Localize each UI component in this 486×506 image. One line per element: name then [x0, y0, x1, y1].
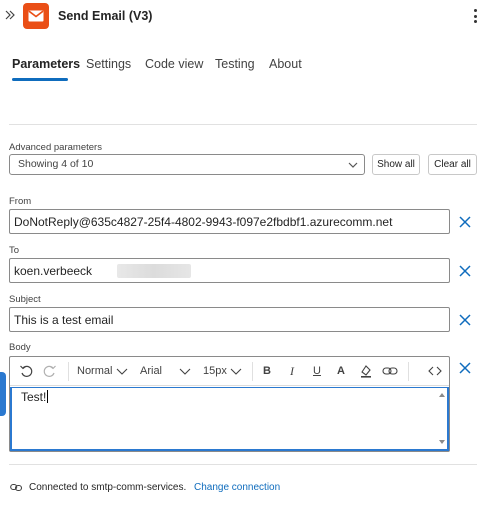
divider: [9, 124, 477, 125]
font-color-button[interactable]: A: [337, 364, 345, 378]
body-text-area[interactable]: Test!: [10, 387, 449, 451]
redo-icon[interactable]: [43, 364, 57, 378]
to-value: koen.verbeeck: [14, 264, 93, 278]
tab-parameters[interactable]: Parameters: [12, 57, 80, 71]
format-value: Normal: [77, 365, 113, 377]
format-dropdown[interactable]: Normal: [77, 364, 128, 378]
link-icon[interactable]: [382, 364, 398, 378]
tab-settings[interactable]: Settings: [86, 57, 131, 71]
from-value: DoNotReply@635c4827-25f4-4802-9943-f097e…: [14, 215, 393, 229]
remove-subject-icon[interactable]: [458, 313, 472, 327]
redacted-text: [117, 264, 191, 278]
tab-bar: Parameters Settings Code view Testing Ab…: [0, 56, 486, 84]
divider: [9, 464, 477, 465]
text-caret: [47, 390, 49, 403]
bold-button[interactable]: B: [263, 364, 271, 378]
tab-about[interactable]: About: [269, 57, 302, 71]
chevron-down-icon: [230, 368, 242, 375]
remove-body-icon[interactable]: [458, 361, 472, 375]
chevron-down-icon: [117, 368, 128, 375]
code-view-icon[interactable]: [428, 364, 442, 378]
email-envelope-icon: [28, 10, 44, 22]
connection-icon: [10, 483, 23, 492]
subject-field[interactable]: This is a test email: [9, 307, 450, 332]
underline-button[interactable]: U: [313, 364, 321, 378]
from-label: From: [9, 196, 32, 207]
connection-footer: Connected to smtp-comm-services. Change …: [0, 480, 486, 496]
body-label: Body: [9, 342, 31, 353]
side-panel-handle[interactable]: [0, 372, 6, 416]
active-tab-indicator: [12, 78, 68, 81]
advanced-parameters-dropdown[interactable]: Showing 4 of 10: [9, 154, 365, 175]
to-label: To: [9, 245, 20, 256]
toolbar-separator: [68, 362, 69, 381]
rich-text-toolbar: Normal Arial 15px B I U A: [10, 357, 449, 386]
clear-all-button[interactable]: Clear all: [428, 154, 477, 175]
scroll-down-arrow[interactable]: [439, 440, 445, 444]
subject-value: This is a test email: [14, 313, 114, 327]
font-value: Arial: [140, 365, 163, 377]
remove-to-icon[interactable]: [458, 264, 472, 278]
advanced-parameters-value: Showing 4 of 10: [18, 158, 94, 170]
show-all-button[interactable]: Show all: [372, 154, 420, 175]
double-chevron-right-icon[interactable]: [4, 8, 16, 22]
from-field[interactable]: DoNotReply@635c4827-25f4-4802-9943-f097e…: [9, 209, 450, 234]
remove-from-icon[interactable]: [458, 215, 472, 229]
highlight-icon[interactable]: [359, 364, 373, 378]
action-title: Send Email (V3): [58, 9, 153, 23]
body-value: Test!: [21, 390, 47, 404]
font-size-value: 15px: [203, 365, 227, 377]
toolbar-separator: [252, 362, 253, 381]
more-vertical-icon[interactable]: [470, 7, 480, 25]
tab-testing[interactable]: Testing: [215, 57, 255, 71]
toolbar-separator: [408, 362, 409, 381]
app-icon: [23, 3, 49, 29]
chevron-down-icon: [179, 368, 191, 375]
scroll-up-arrow[interactable]: [439, 393, 445, 397]
advanced-parameters-label: Advanced parameters: [9, 142, 102, 153]
connection-status: Connected to smtp-comm-services.: [29, 482, 187, 493]
change-connection-link[interactable]: Change connection: [194, 482, 280, 493]
undo-icon[interactable]: [19, 364, 33, 378]
body-editor: Normal Arial 15px B I U A Test!: [9, 356, 450, 452]
subject-label: Subject: [9, 294, 41, 305]
font-size-dropdown[interactable]: 15px: [203, 364, 242, 378]
panel-header: Send Email (V3): [0, 0, 486, 34]
to-field[interactable]: koen.verbeeck: [9, 258, 450, 283]
font-dropdown[interactable]: Arial: [140, 364, 191, 378]
chevron-down-icon: [348, 162, 358, 168]
tab-code-view[interactable]: Code view: [145, 57, 203, 71]
italic-button[interactable]: I: [290, 364, 294, 378]
